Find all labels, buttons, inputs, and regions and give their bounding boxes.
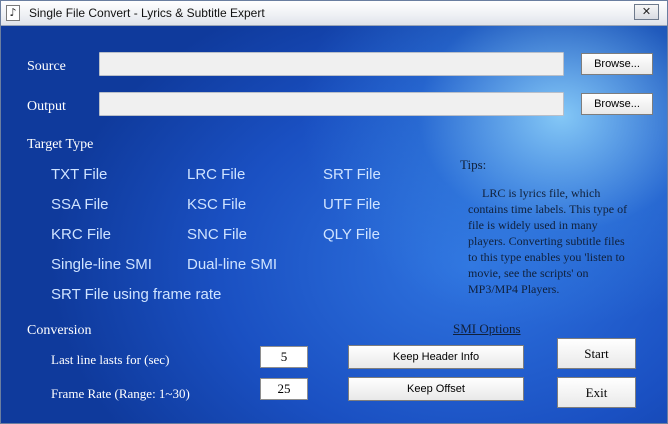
frame-rate-input[interactable]: 25 [260, 378, 308, 400]
window-title: Single File Convert - Lyrics & Subtitle … [29, 6, 265, 20]
conversion-label: Conversion [27, 323, 92, 338]
last-line-input[interactable]: 5 [260, 346, 308, 368]
output-field[interactable] [99, 92, 564, 116]
music-note-icon: ♪ [6, 5, 20, 21]
keep-offset-button[interactable]: Keep Offset [348, 377, 524, 401]
option-lrc-file[interactable]: LRC File [187, 166, 245, 183]
app-window: ♪ Single File Convert - Lyrics & Subtitl… [0, 0, 668, 424]
option-single-line-smi[interactable]: Single-line SMI [51, 256, 152, 273]
option-txt-file[interactable]: TXT File [51, 166, 107, 183]
frame-rate-label: Frame Rate (Range: 1~30) [51, 386, 190, 401]
output-input[interactable] [100, 93, 563, 115]
source-browse-button[interactable]: Browse... [581, 53, 653, 75]
source-field[interactable] [99, 52, 564, 76]
output-browse-button[interactable]: Browse... [581, 93, 653, 115]
tips-text: LRC is lyrics file, which contains time … [468, 186, 628, 296]
option-srt-file[interactable]: SRT File [323, 166, 381, 183]
option-utf-file[interactable]: UTF File [323, 196, 381, 213]
option-krc-file[interactable]: KRC File [51, 226, 111, 243]
target-type-label: Target Type [27, 137, 94, 152]
keep-header-info-button[interactable]: Keep Header Info [348, 345, 524, 369]
client-area: Source Browse... Output Browse... Target… [1, 26, 667, 423]
source-input[interactable] [100, 53, 563, 75]
option-ssa-file[interactable]: SSA File [51, 196, 109, 213]
source-label: Source [27, 59, 66, 74]
close-button[interactable]: ✕ [634, 4, 659, 20]
exit-button[interactable]: Exit [557, 377, 636, 408]
option-snc-file[interactable]: SNC File [187, 226, 247, 243]
tips-title: Tips: [460, 157, 487, 172]
option-dual-line-smi[interactable]: Dual-line SMI [187, 256, 277, 273]
output-label: Output [27, 99, 66, 114]
title-bar: ♪ Single File Convert - Lyrics & Subtitl… [1, 1, 667, 26]
start-button[interactable]: Start [557, 338, 636, 369]
option-ksc-file[interactable]: KSC File [187, 196, 246, 213]
option-qly-file[interactable]: QLY File [323, 226, 380, 243]
last-line-label: Last line lasts for (sec) [51, 352, 170, 367]
smi-options-link[interactable]: SMI Options [453, 321, 521, 337]
option-srt-frame-rate[interactable]: SRT File using frame rate [51, 286, 221, 303]
